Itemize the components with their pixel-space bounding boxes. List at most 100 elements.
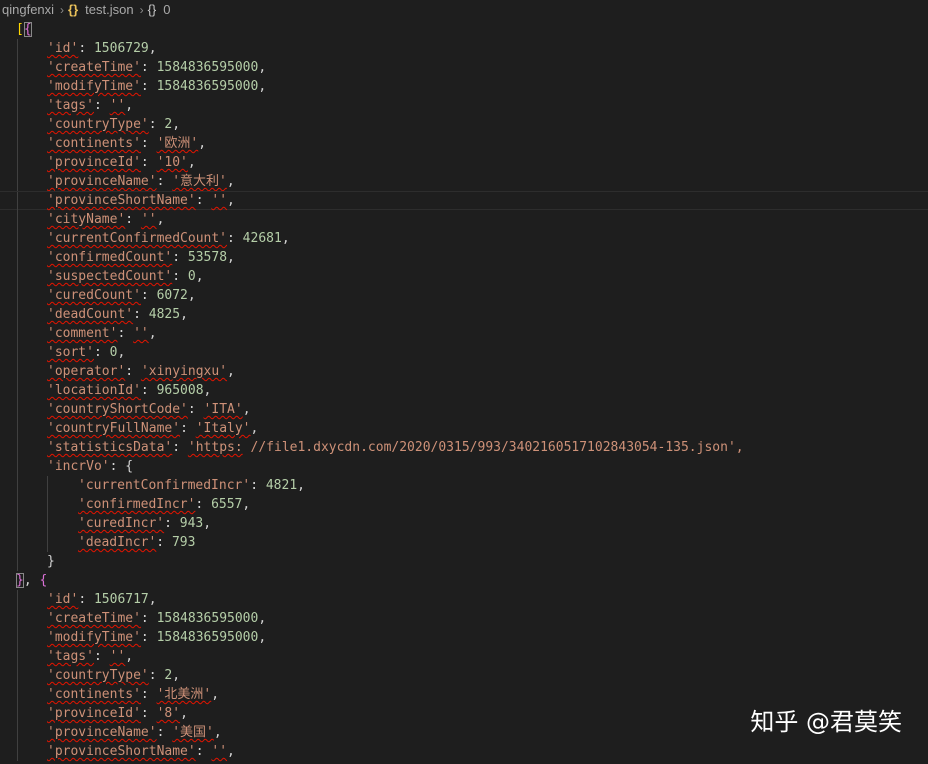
code-token: , (258, 630, 267, 645)
code-content: 'deadIncr': 793 (78, 533, 195, 552)
code-token: : (93, 98, 110, 113)
code-line[interactable]: 'currentConfirmedIncr': 4821, (0, 476, 928, 495)
code-line[interactable]: 'provinceName': '意大利', (0, 172, 928, 191)
code-content: 'confirmedCount': 53578, (47, 248, 235, 267)
code-content: 'currentConfirmedIncr': 4821, (78, 476, 305, 495)
breadcrumb-folder[interactable]: qingfenxi (0, 2, 56, 17)
code-token: , (226, 174, 235, 189)
code-token: 'continents' (47, 136, 141, 151)
code-token: : (140, 611, 157, 626)
code-line[interactable]: 'id': 1506729, (0, 39, 928, 58)
code-content: 'locationId': 965008, (47, 381, 211, 400)
code-token: 'createTime' (47, 611, 141, 626)
code-token: 'cityName' (47, 212, 126, 227)
code-token: 'deadCount' (47, 307, 134, 322)
indent-guide (17, 77, 18, 96)
code-content: 'provinceShortName': '', (47, 192, 235, 209)
code-content: 'incrVo': { (47, 457, 133, 476)
code-token: 'modifyTime' (47, 630, 141, 645)
code-token: : (125, 212, 141, 227)
code-line[interactable]: 'deadIncr': 793 (0, 533, 928, 552)
breadcrumb-file[interactable]: test.json (83, 2, 135, 17)
code-line[interactable]: 'statisticsData': 'https: //file1.dxycdn… (0, 438, 928, 457)
code-token: : (164, 516, 180, 531)
code-token: , (172, 668, 181, 683)
code-token: 'currentConfirmedIncr' (78, 478, 251, 493)
code-line[interactable]: 'provinceShortName': '', (0, 742, 928, 761)
code-token: 'provinceName' (47, 725, 157, 740)
code-line[interactable]: 'currentConfirmedCount': 42681, (0, 229, 928, 248)
chevron-right-icon: › (60, 2, 65, 17)
indent-guide (17, 134, 18, 153)
code-line[interactable]: 'provinceShortName': '', (0, 191, 928, 211)
code-token: , (227, 193, 235, 208)
code-token: , (203, 383, 212, 398)
code-token: , (198, 136, 207, 151)
code-line[interactable]: 'comment': '', (0, 324, 928, 343)
code-token: 'curedIncr' (78, 516, 165, 531)
indent-guide (17, 172, 18, 191)
indent-guide (47, 514, 48, 533)
code-token: , (125, 649, 134, 664)
code-editor[interactable]: [{'id': 1506729,'createTime': 1584836595… (0, 20, 928, 764)
code-content: 'tags': '', (47, 647, 133, 666)
code-line[interactable]: 'provinceId': '10', (0, 153, 928, 172)
code-line[interactable]: 'deadCount': 4825, (0, 305, 928, 324)
code-token: '美国' (172, 725, 214, 740)
code-token: 'modifyTime' (47, 79, 141, 94)
indent-guide (17, 343, 18, 362)
code-token: , (148, 41, 157, 56)
code-token: 4821 (265, 478, 298, 493)
code-line[interactable]: 'countryType': 2, (0, 115, 928, 134)
code-content: 'id': 1506729, (47, 39, 157, 58)
code-line[interactable]: 'operator': 'xinyingxu', (0, 362, 928, 381)
indent-guide (17, 609, 18, 628)
indent-guide (17, 115, 18, 134)
code-line[interactable]: 'createTime': 1584836595000, (0, 58, 928, 77)
code-token: 'provinceId' (47, 155, 141, 170)
code-token: '8' (156, 706, 181, 721)
code-token: : (180, 421, 196, 436)
code-token: , (172, 117, 181, 132)
code-line[interactable]: 'modifyTime': 1584836595000, (0, 628, 928, 647)
code-line[interactable]: 'confirmedCount': 53578, (0, 248, 928, 267)
code-token: 965008 (156, 383, 204, 398)
code-content: 'createTime': 1584836595000, (47, 609, 266, 628)
code-content: 'countryShortCode': 'ITA', (47, 400, 251, 419)
code-token: 'incrVo' (47, 459, 110, 474)
code-line[interactable]: 'countryType': 2, (0, 666, 928, 685)
code-line[interactable]: }, { (0, 571, 928, 590)
code-line[interactable]: 'countryFullName': 'Italy', (0, 419, 928, 438)
code-line[interactable]: 'modifyTime': 1584836595000, (0, 77, 928, 96)
code-token: , (242, 497, 251, 512)
code-content: 'provinceShortName': '', (47, 742, 235, 761)
code-token: : (250, 478, 266, 493)
code-line[interactable]: 'id': 1506717, (0, 590, 928, 609)
code-line[interactable]: 'curedIncr': 943, (0, 514, 928, 533)
code-content: 'modifyTime': 1584836595000, (47, 77, 266, 96)
code-token: 0 (187, 269, 196, 284)
code-line[interactable]: 'cityName': '', (0, 210, 928, 229)
code-token: 'https: (187, 440, 243, 455)
indent-guide (17, 590, 18, 609)
code-line[interactable]: } (0, 552, 928, 571)
code-line[interactable]: 'suspectedCount': 0, (0, 267, 928, 286)
breadcrumb-node[interactable]: 0 (161, 2, 172, 17)
code-token: , (213, 725, 222, 740)
code-line[interactable]: 'tags': '', (0, 96, 928, 115)
code-line[interactable]: 'continents': '欧洲', (0, 134, 928, 153)
code-token: '' (140, 212, 157, 227)
code-token: : (78, 592, 94, 607)
code-line[interactable]: 'locationId': 965008, (0, 381, 928, 400)
code-line[interactable]: 'createTime': 1584836595000, (0, 609, 928, 628)
code-token: 'statisticsData' (47, 440, 173, 455)
code-line[interactable]: 'countryShortCode': 'ITA', (0, 400, 928, 419)
code-line[interactable]: 'tags': '', (0, 647, 928, 666)
code-token: 1506729 (93, 41, 149, 56)
code-line[interactable]: 'sort': 0, (0, 343, 928, 362)
code-line[interactable]: 'curedCount': 6072, (0, 286, 928, 305)
indent-guide (47, 495, 48, 514)
code-line[interactable]: 'incrVo': { (0, 457, 928, 476)
code-line[interactable]: [{ (0, 20, 928, 39)
code-line[interactable]: 'confirmedIncr': 6557, (0, 495, 928, 514)
